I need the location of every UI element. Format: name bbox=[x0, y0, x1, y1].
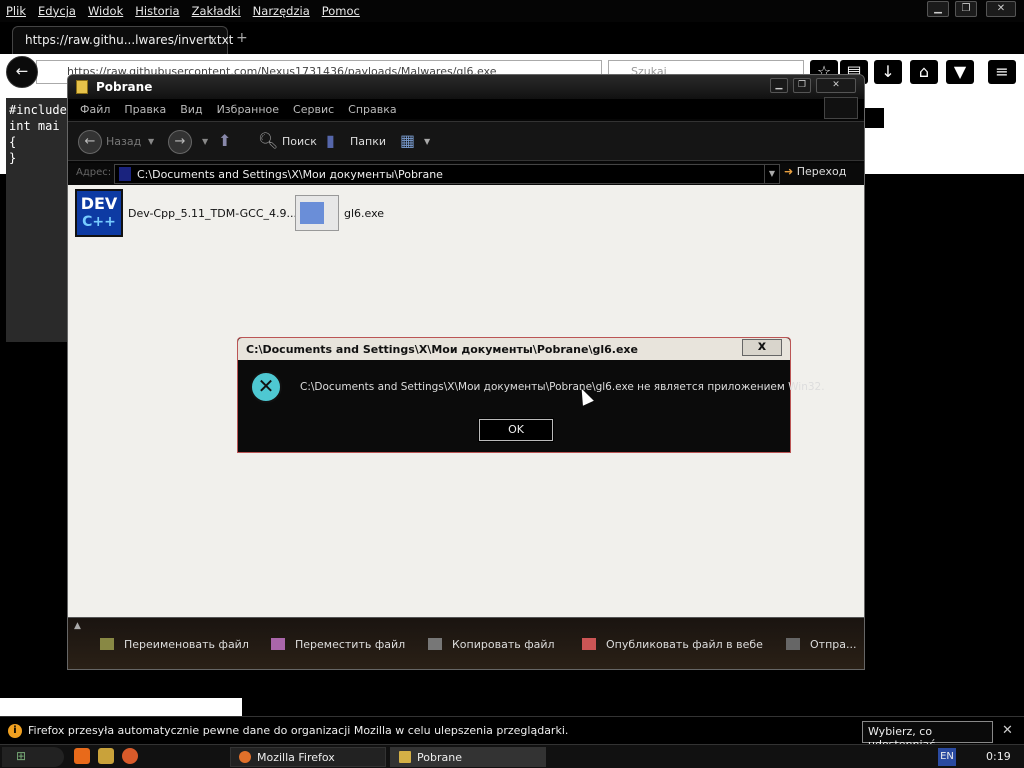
address-input[interactable]: C:\Documents and Settings\X\Мои документ… bbox=[114, 164, 780, 184]
firefox-quicklaunch-icon[interactable] bbox=[74, 748, 90, 764]
choose-sharing-button[interactable]: Wybierz, co udostępniać bbox=[862, 721, 993, 751]
windows-flag-icon: ⊞ bbox=[16, 749, 27, 763]
menu-icon[interactable]: ≡ bbox=[988, 60, 1016, 84]
task-publish[interactable]: Опубликовать файл в вебе bbox=[582, 638, 763, 651]
address-value: C:\Documents and Settings\X\Мои документ… bbox=[137, 168, 443, 181]
folders-label[interactable]: Папки bbox=[350, 135, 386, 148]
dialog-title: C:\Documents and Settings\X\Мои документ… bbox=[246, 343, 638, 356]
up-folder-icon[interactable]: ⬆ bbox=[218, 131, 231, 150]
menu-tools[interactable]: Сервис bbox=[293, 103, 334, 116]
address-bar: Адрес: C:\Documents and Settings\X\Мои д… bbox=[68, 163, 864, 185]
page-fragment-bottom bbox=[0, 698, 242, 716]
go-arrow-icon: ➜ bbox=[784, 165, 794, 178]
send-icon bbox=[786, 638, 800, 650]
file-name: gl6.exe bbox=[344, 206, 385, 220]
explorer-toolbar: ← Назад ▼ → ▼ ⬆ 🔍︎ Поиск ▮ Папки ▦ ▼ bbox=[68, 121, 864, 161]
explorer-quicklaunch-icon[interactable] bbox=[98, 748, 114, 764]
explorer-maximize-button[interactable]: ❐ bbox=[793, 78, 811, 93]
page-code-block: #include int mai { } bbox=[6, 98, 70, 342]
ff-minimize-button[interactable]: ▁ bbox=[927, 1, 949, 17]
task-send[interactable]: Отпра... bbox=[786, 638, 856, 651]
executable-icon bbox=[295, 195, 339, 231]
folders-icon[interactable]: ▮ bbox=[326, 131, 335, 150]
firefox-menubar: Plik Edycja Widok Historia Zakładki Narz… bbox=[0, 0, 1024, 22]
task-move[interactable]: Переместить файл bbox=[271, 638, 405, 651]
menu-plik[interactable]: Plik bbox=[6, 4, 26, 18]
rename-icon bbox=[100, 638, 114, 650]
folder-icon bbox=[119, 167, 131, 181]
explorer-close-button[interactable]: ✕ bbox=[816, 78, 856, 93]
task-rename[interactable]: Переименовать файл bbox=[100, 638, 249, 651]
windows-logo-icon bbox=[824, 97, 858, 119]
error-icon: ✕ bbox=[250, 371, 282, 403]
menu-favorites[interactable]: Избранное bbox=[217, 103, 279, 116]
menu-historia[interactable]: Historia bbox=[135, 4, 179, 18]
ff-maximize-button[interactable]: ❐ bbox=[955, 1, 977, 17]
copy-icon bbox=[428, 638, 442, 650]
publish-web-icon bbox=[582, 638, 596, 650]
tab-invert-txt[interactable]: https://raw.githu...lwares/invert.txt x bbox=[12, 26, 233, 54]
info-icon: i bbox=[8, 724, 22, 738]
home-icon[interactable]: ⌂ bbox=[910, 60, 938, 84]
clock: 0:19 bbox=[986, 750, 1011, 763]
firefox-quicklaunch-icon-2[interactable] bbox=[122, 748, 138, 764]
dialog-message: C:\Documents and Settings\X\Мои документ… bbox=[300, 381, 825, 393]
forward-dropdown-icon[interactable]: ▼ bbox=[202, 137, 208, 146]
back-button[interactable]: ← bbox=[6, 56, 38, 88]
notification-close-icon[interactable]: ✕ bbox=[1002, 723, 1013, 738]
move-icon bbox=[271, 638, 285, 650]
error-dialog: C:\Documents and Settings\X\Мои документ… bbox=[237, 337, 825, 453]
taskbar-item-pobrane[interactable]: Pobrane bbox=[390, 747, 546, 767]
menu-help[interactable]: Справка bbox=[348, 103, 396, 116]
explorer-titlebar[interactable]: Pobrane ▁ ❐ ✕ bbox=[68, 75, 864, 99]
task-copy[interactable]: Копировать файл bbox=[428, 638, 555, 651]
tab-close-icon[interactable]: x bbox=[210, 33, 217, 47]
address-dropdown-icon[interactable]: ▼ bbox=[764, 165, 779, 183]
folder-icon bbox=[76, 80, 88, 94]
menu-edycja[interactable]: Edycja bbox=[38, 4, 76, 18]
back-arrow-icon[interactable]: ← bbox=[78, 130, 102, 154]
start-button[interactable]: ⊞ bbox=[2, 747, 64, 767]
go-button[interactable]: ➜ Переход bbox=[784, 165, 846, 178]
views-dropdown-icon[interactable]: ▼ bbox=[424, 137, 430, 146]
ff-close-button[interactable]: ✕ bbox=[986, 1, 1016, 17]
menu-edit[interactable]: Правка bbox=[124, 103, 166, 116]
menu-widok[interactable]: Widok bbox=[88, 4, 123, 18]
pocket-icon[interactable]: ▼ bbox=[946, 60, 974, 84]
forward-arrow-icon[interactable]: → bbox=[168, 130, 192, 154]
dialog-titlebar[interactable]: C:\Documents and Settings\X\Мои документ… bbox=[238, 338, 790, 360]
explorer-minimize-button[interactable]: ▁ bbox=[770, 78, 788, 93]
menu-narzedzia[interactable]: Narzędzia bbox=[253, 4, 310, 18]
views-icon[interactable]: ▦ bbox=[400, 131, 415, 150]
explorer-title: Pobrane bbox=[96, 80, 153, 94]
taskbar-item-firefox[interactable]: Mozilla Firefox bbox=[230, 747, 386, 767]
tab-title: https://raw.githu...lwares/invert.txt bbox=[25, 33, 234, 47]
menu-pomoc[interactable]: Pomoc bbox=[322, 4, 360, 18]
menu-file[interactable]: Файл bbox=[80, 103, 110, 116]
back-dropdown-icon[interactable]: ▼ bbox=[148, 137, 154, 146]
file-item-gl6[interactable]: gl6.exe bbox=[295, 195, 384, 231]
search-label[interactable]: Поиск bbox=[282, 135, 317, 148]
notification-text: Firefox przesyła automatycznie pewne dan… bbox=[28, 724, 569, 737]
back-label[interactable]: Назад bbox=[106, 135, 141, 148]
firefox-icon bbox=[239, 751, 251, 763]
devcpp-icon: DEV C++ bbox=[75, 189, 123, 237]
dialog-close-button[interactable]: x bbox=[742, 339, 782, 356]
file-item-devcpp[interactable]: DEV C++ Dev-Cpp_5.11_TDM-GCC_4.9... bbox=[75, 189, 297, 237]
language-indicator[interactable]: EN bbox=[938, 748, 956, 766]
search-icon[interactable]: 🔍︎ bbox=[258, 131, 278, 150]
taskbar: ⊞ Mozilla Firefox Pobrane EN 0:19 bbox=[0, 744, 1024, 768]
notification-bar: i Firefox przesyła automatycznie pewne d… bbox=[0, 716, 1024, 751]
collapse-icon[interactable]: ▲ bbox=[74, 621, 81, 631]
address-label: Адрес: bbox=[76, 167, 112, 178]
new-tab-button[interactable]: + bbox=[236, 30, 248, 46]
explorer-menubar: Файл Правка Вид Избранное Сервис Справка bbox=[68, 99, 864, 119]
menu-view[interactable]: Вид bbox=[180, 103, 202, 116]
ok-button[interactable]: OK bbox=[478, 418, 554, 442]
menu-zakladki[interactable]: Zakładki bbox=[192, 4, 241, 18]
download-icon[interactable]: ↓ bbox=[874, 60, 902, 84]
folder-icon bbox=[399, 751, 411, 763]
task-pane: ▲ Переименовать файл Переместить файл Ко… bbox=[68, 617, 864, 669]
file-name: Dev-Cpp_5.11_TDM-GCC_4.9... bbox=[128, 206, 297, 220]
